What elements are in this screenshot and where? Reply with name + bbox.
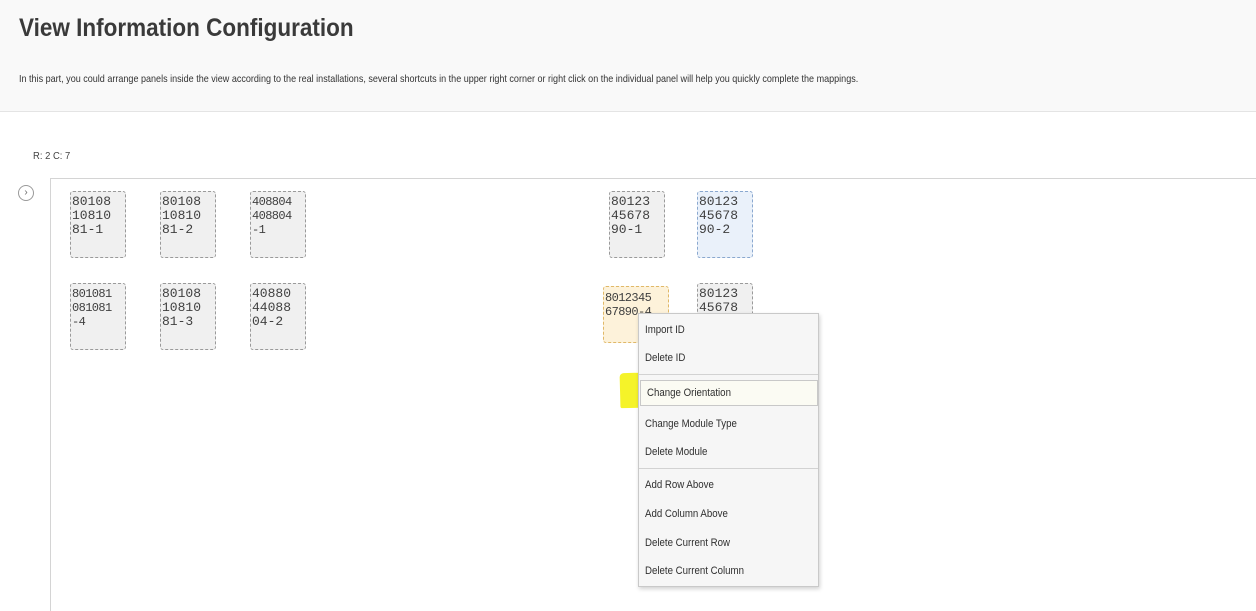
menu-item-change-orientation[interactable]: Change Orientation: [640, 380, 818, 406]
panel-context-menu: Import ID Delete ID Change Orientation C…: [638, 313, 819, 587]
module-panel[interactable]: 801081 081081 -4: [70, 283, 126, 350]
panel-id-line: 081081: [72, 301, 112, 315]
panel-id-line: 81-3: [162, 314, 194, 329]
panel-id-line: -4: [72, 315, 86, 329]
panel-id-line: 90-2: [699, 222, 731, 237]
panel-id-line: 40880: [252, 286, 292, 301]
panel-id-line: -1: [252, 223, 266, 237]
panel-id-line: 90-1: [611, 222, 643, 237]
panel-id-line: 81-2: [162, 222, 194, 237]
page-header: View Information Configuration In this p…: [0, 0, 1256, 112]
module-panel-selected[interactable]: 80123 45678 90-2: [697, 191, 753, 258]
panel-id-line: 10810: [162, 208, 202, 223]
menu-item-delete-current-column[interactable]: Delete Current Column: [639, 560, 818, 582]
grid-size-label: R: 2 C: 7: [33, 150, 71, 162]
panel-id-line: 80108: [72, 194, 112, 209]
module-panel[interactable]: 80108 10810 81-3: [160, 283, 216, 350]
panel-id-line: 801081: [72, 287, 112, 301]
module-panel[interactable]: 80123 45678 90-1: [609, 191, 665, 258]
panel-id-line: 80123: [611, 194, 651, 209]
panel-id-line: 80123: [699, 286, 739, 301]
panel-id-line: 81-1: [72, 222, 104, 237]
menu-item-delete-current-row[interactable]: Delete Current Row: [639, 532, 818, 554]
panel-id-line: 408804: [252, 195, 292, 209]
module-panel[interactable]: 408804 408804 -1: [250, 191, 306, 258]
module-panel[interactable]: 80108 10810 81-1: [70, 191, 126, 258]
page-description: In this part, you could arrange panels i…: [19, 73, 859, 85]
menu-item-import-id[interactable]: Import ID: [639, 319, 818, 341]
menu-separator: [639, 374, 818, 375]
panel-id-line: 80108: [162, 194, 202, 209]
menu-item-add-row-above[interactable]: Add Row Above: [639, 474, 818, 496]
page-title: View Information Configuration: [19, 14, 354, 42]
panel-id-line: 80123: [699, 194, 739, 209]
panel-id-line: 44088: [252, 300, 292, 315]
panel-id-line: 45678: [611, 208, 651, 223]
panel-id-line: 8012345: [605, 291, 652, 305]
menu-item-change-module-type[interactable]: Change Module Type: [639, 413, 818, 435]
menu-item-delete-module[interactable]: Delete Module: [639, 441, 818, 463]
panel-id-line: 04-2: [252, 314, 284, 329]
canvas-sidebar: [12, 178, 51, 611]
menu-item-add-column-above[interactable]: Add Column Above: [639, 503, 818, 525]
panel-id-line: 80108: [162, 286, 202, 301]
panel-id-line: 10810: [162, 300, 202, 315]
chevron-right-icon[interactable]: ›: [18, 185, 34, 201]
panel-id-line: 408804: [252, 209, 292, 223]
panel-id-line: 10810: [72, 208, 112, 223]
menu-separator: [639, 468, 818, 469]
panel-id-line: 45678: [699, 208, 739, 223]
menu-item-delete-id[interactable]: Delete ID: [639, 347, 818, 369]
module-panel[interactable]: 80108 10810 81-2: [160, 191, 216, 258]
module-panel[interactable]: 40880 44088 04-2: [250, 283, 306, 350]
